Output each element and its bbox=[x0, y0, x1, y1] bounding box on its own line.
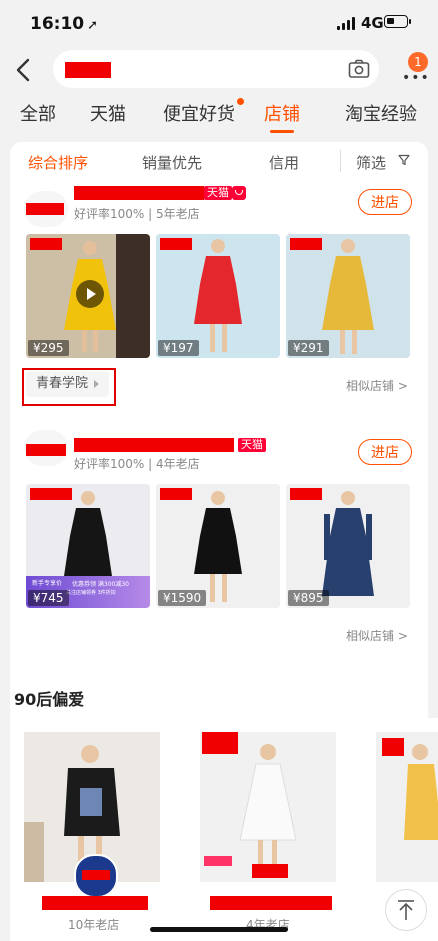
shop-age: 10年老店 bbox=[68, 918, 120, 932]
redacted-label bbox=[202, 732, 238, 754]
new-dot bbox=[237, 98, 244, 105]
product-thumbnail[interactable]: ¥291 bbox=[286, 234, 410, 358]
redacted-shop-name bbox=[74, 438, 234, 452]
redacted-label bbox=[290, 488, 322, 500]
tmall-badge: 天猫 bbox=[204, 186, 232, 200]
similar-shops-link[interactable]: 相似店铺 > bbox=[346, 627, 408, 644]
similar-shops-link[interactable]: 相似店铺 > bbox=[346, 377, 408, 394]
sort-divider bbox=[340, 150, 341, 172]
battery-icon bbox=[384, 15, 411, 28]
filter-funnel-icon[interactable] bbox=[398, 154, 410, 166]
play-video-icon[interactable] bbox=[76, 280, 104, 308]
product-thumbnail[interactable]: ¥895 bbox=[286, 484, 410, 608]
sort-sales[interactable]: 销量优先 bbox=[142, 152, 202, 173]
recommended-shop-image bbox=[200, 732, 336, 882]
annotation-highlight-box bbox=[22, 368, 116, 406]
redacted-label bbox=[160, 238, 192, 250]
tab-cheap-goods-label: 便宜好货 bbox=[163, 104, 235, 125]
product-price: ¥745 bbox=[28, 590, 69, 606]
tab-cheap-goods[interactable]: 便宜好货 bbox=[163, 98, 244, 126]
home-indicator bbox=[150, 927, 288, 932]
sort-comprehensive[interactable]: 综合排序 bbox=[28, 152, 88, 173]
enter-shop-button[interactable]: 进店 bbox=[358, 189, 412, 215]
message-badge: 1 bbox=[408, 52, 428, 72]
network-type: 4G bbox=[361, 14, 384, 32]
back-arrow-icon[interactable] bbox=[12, 56, 36, 84]
redacted-shop-name bbox=[42, 896, 148, 910]
model-photo bbox=[200, 732, 336, 882]
redacted-search-text bbox=[65, 62, 111, 78]
redacted-avatar-text bbox=[82, 870, 110, 880]
section-title: 90后偏爱 bbox=[14, 690, 85, 709]
product-price: ¥1590 bbox=[158, 590, 207, 606]
sort-credit[interactable]: 信用 bbox=[269, 152, 299, 173]
search-input[interactable] bbox=[53, 50, 379, 88]
redacted-label bbox=[30, 488, 72, 500]
category-tabs: 全部 天猫 便宜好货 店铺 淘宝经验 bbox=[0, 96, 438, 136]
enter-shop-button[interactable]: 进店 bbox=[358, 439, 412, 465]
time-text: 16:10 bbox=[30, 14, 85, 34]
product-price: ¥895 bbox=[288, 590, 329, 606]
redacted-label bbox=[290, 238, 322, 250]
more-menu-icon[interactable]: ••• 1 bbox=[398, 52, 429, 86]
scroll-to-top-button[interactable] bbox=[385, 889, 427, 931]
signal-icon bbox=[337, 17, 357, 30]
product-price: ¥291 bbox=[288, 340, 329, 356]
arrow-up-icon bbox=[398, 900, 414, 920]
status-bar: 16:10 ➚ 4G bbox=[0, 0, 438, 46]
product-thumbnail[interactable]: ¥295 bbox=[26, 234, 150, 358]
redacted-label bbox=[382, 738, 404, 756]
top-nav: ••• 1 bbox=[0, 46, 438, 94]
product-price: ¥197 bbox=[158, 340, 199, 356]
promo-follow: 关注店铺领券 3件折扣 bbox=[66, 590, 116, 596]
shop-rating-age: 好评率100% | 5年老店 bbox=[74, 207, 200, 221]
product-thumbnail[interactable]: 新手专享价 优惠券领 满300减30 关注店铺领券 3件折扣 ¥745 bbox=[26, 484, 150, 608]
shop-rating-age: 好评率100% | 4年老店 bbox=[74, 457, 200, 471]
shop-card[interactable]: 天猫 好评率100% | 4年老店 进店 新手专享价 优惠券领 满300减30 … bbox=[10, 420, 428, 653]
camera-icon[interactable] bbox=[348, 59, 370, 79]
redacted-logo bbox=[26, 444, 66, 456]
tab-taobao-experience[interactable]: 淘宝经验 bbox=[345, 100, 417, 126]
sort-bar: 综合排序 销量优先 信用 筛选 bbox=[10, 142, 428, 180]
shop-logo[interactable] bbox=[24, 430, 68, 466]
shop-avatar[interactable] bbox=[74, 854, 118, 898]
tmall-badge: 天猫 bbox=[238, 438, 266, 452]
product-price: ¥295 bbox=[28, 340, 69, 356]
status-time: 16:10 ➚ bbox=[30, 14, 98, 34]
product-thumbnail[interactable]: ¥197 bbox=[156, 234, 280, 358]
redacted-label bbox=[30, 238, 62, 250]
promo-coupon: 优惠券领 满300减30 bbox=[72, 581, 129, 588]
filter-button[interactable]: 筛选 bbox=[356, 152, 386, 173]
redacted-logo bbox=[26, 203, 64, 215]
tab-shops[interactable]: 店铺 bbox=[264, 100, 300, 126]
product-thumbnail[interactable]: ¥1590 bbox=[156, 484, 280, 608]
location-arrow-icon: ➚ bbox=[87, 18, 99, 33]
recommended-shop-card[interactable]: 10年老店 bbox=[10, 718, 176, 941]
more-dots: ••• bbox=[402, 70, 430, 86]
tab-all[interactable]: 全部 bbox=[20, 100, 56, 126]
recommended-shop-card[interactable]: 4年老店 bbox=[186, 718, 352, 941]
crown-badge-icon bbox=[232, 186, 246, 200]
redacted-label bbox=[160, 488, 192, 500]
tab-tmall[interactable]: 天猫 bbox=[90, 100, 126, 126]
promo-new-user-price: 新手专享价 bbox=[32, 580, 63, 587]
shop-card[interactable]: 天猫 好评率100% | 5年老店 进店 ¥295 ¥197 ¥291 青春学院… bbox=[10, 181, 428, 409]
redacted-shop-name bbox=[210, 896, 332, 910]
active-tab-underline bbox=[270, 130, 294, 133]
shop-logo[interactable] bbox=[24, 191, 68, 227]
redacted-avatar-text bbox=[252, 864, 288, 878]
redacted-shop-name bbox=[74, 186, 204, 200]
